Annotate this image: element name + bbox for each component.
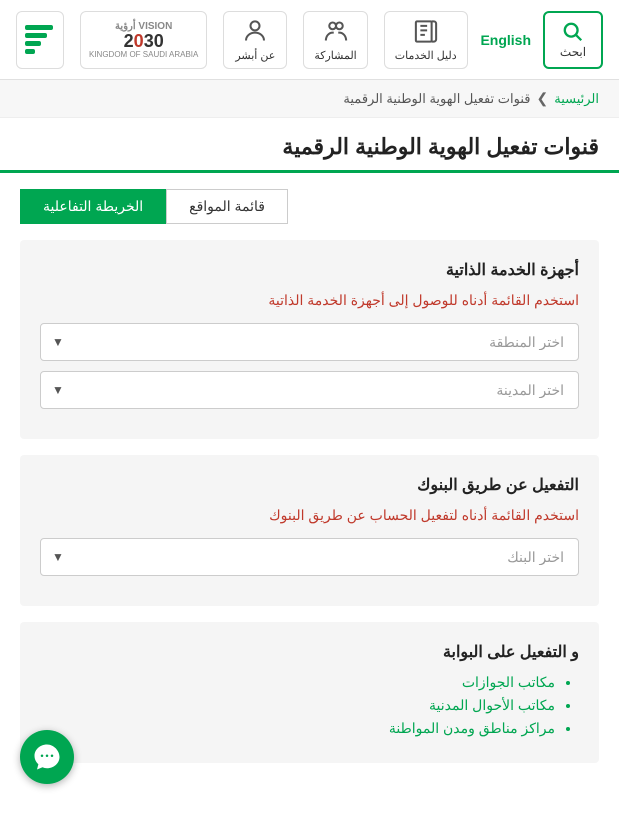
- banks-section: التفعيل عن طريق البنوك استخدم القائمة أد…: [20, 455, 599, 606]
- search-button[interactable]: ابحث: [543, 11, 603, 69]
- breadcrumb-current: قنوات تفعيل الهوية الوطنية الرقمية: [343, 91, 530, 107]
- vision-sub: KINGDOM OF SAUDI ARABIA: [89, 50, 198, 59]
- portal-list: مكاتب الجوازات مكاتب الأحوال المدنية مرا…: [40, 674, 579, 737]
- bar-3: [25, 41, 41, 46]
- portal-title: و التفعيل على البوابة: [40, 642, 579, 662]
- header: ابحث English دليل الخدمات المشاركة: [0, 0, 619, 80]
- bar-2: [25, 33, 47, 38]
- city-select[interactable]: اختر المدينة: [40, 371, 579, 409]
- banks-desc: استخدم القائمة أدناه لتفعيل الحساب عن طر…: [40, 507, 579, 524]
- services-guide-button[interactable]: دليل الخدمات: [384, 11, 468, 69]
- city-select-wrapper: اختر المدينة ▼: [40, 371, 579, 409]
- page-title: قنوات تفعيل الهوية الوطنية الرقمية: [20, 134, 599, 160]
- portal-section: و التفعيل على البوابة مكاتب الجوازات مكا…: [20, 622, 599, 763]
- participation-label: المشاركة: [314, 49, 356, 62]
- bars-logo: [16, 11, 64, 69]
- bar-1: [25, 25, 53, 30]
- participation-icon: [322, 18, 350, 45]
- header-left: ابحث English: [480, 11, 603, 69]
- book-icon: [412, 18, 440, 45]
- region-select[interactable]: اختر المنطقة: [40, 323, 579, 361]
- breadcrumb-separator: ❯: [536, 90, 548, 107]
- self-service-section: أجهزة الخدمة الذاتية استخدم القائمة أدنا…: [20, 240, 599, 439]
- search-label: ابحث: [560, 45, 586, 59]
- page-title-section: قنوات تفعيل الهوية الوطنية الرقمية: [0, 118, 619, 173]
- vision-logo: VISION أرؤية 2030 KINGDOM OF SAUDI ARABI…: [80, 11, 207, 69]
- bank-select-wrapper: اختر البنك ▼: [40, 538, 579, 576]
- tab-map[interactable]: الخريطة التفاعلية: [20, 189, 166, 224]
- tabs-row: قائمة المواقع الخريطة التفاعلية: [0, 173, 619, 224]
- banks-title: التفعيل عن طريق البنوك: [40, 475, 579, 495]
- services-guide-label: دليل الخدمات: [395, 49, 457, 62]
- chat-icon: [32, 742, 62, 772]
- about-label: عن أبشر: [235, 49, 275, 62]
- chat-button[interactable]: [20, 730, 74, 784]
- about-button[interactable]: عن أبشر: [223, 11, 287, 69]
- region-select-wrapper: اختر المنطقة ▼: [40, 323, 579, 361]
- breadcrumb: الرئيسية ❯ قنوات تفعيل الهوية الوطنية ال…: [0, 80, 619, 118]
- search-icon: [561, 21, 585, 43]
- english-link[interactable]: English: [480, 32, 531, 48]
- list-item[interactable]: مكاتب الأحوال المدنية: [40, 697, 555, 714]
- vision-year: 2030: [124, 32, 164, 50]
- self-service-title: أجهزة الخدمة الذاتية: [40, 260, 579, 280]
- bank-select[interactable]: اختر البنك: [40, 538, 579, 576]
- breadcrumb-home[interactable]: الرئيسية: [554, 91, 599, 107]
- main-content: أجهزة الخدمة الذاتية استخدم القائمة أدنا…: [0, 240, 619, 783]
- self-service-desc: استخدم القائمة أدناه للوصول إلى أجهزة ال…: [40, 292, 579, 309]
- list-item[interactable]: مراكز مناطق ومدن المواطنة: [40, 720, 555, 737]
- bar-4: [25, 49, 35, 54]
- tab-list[interactable]: قائمة المواقع: [166, 189, 288, 224]
- list-item[interactable]: مكاتب الجوازات: [40, 674, 555, 691]
- person-icon: [241, 18, 269, 45]
- header-right: دليل الخدمات المشاركة عن أبشر VISION أرؤ…: [16, 11, 468, 69]
- participation-button[interactable]: المشاركة: [303, 11, 367, 69]
